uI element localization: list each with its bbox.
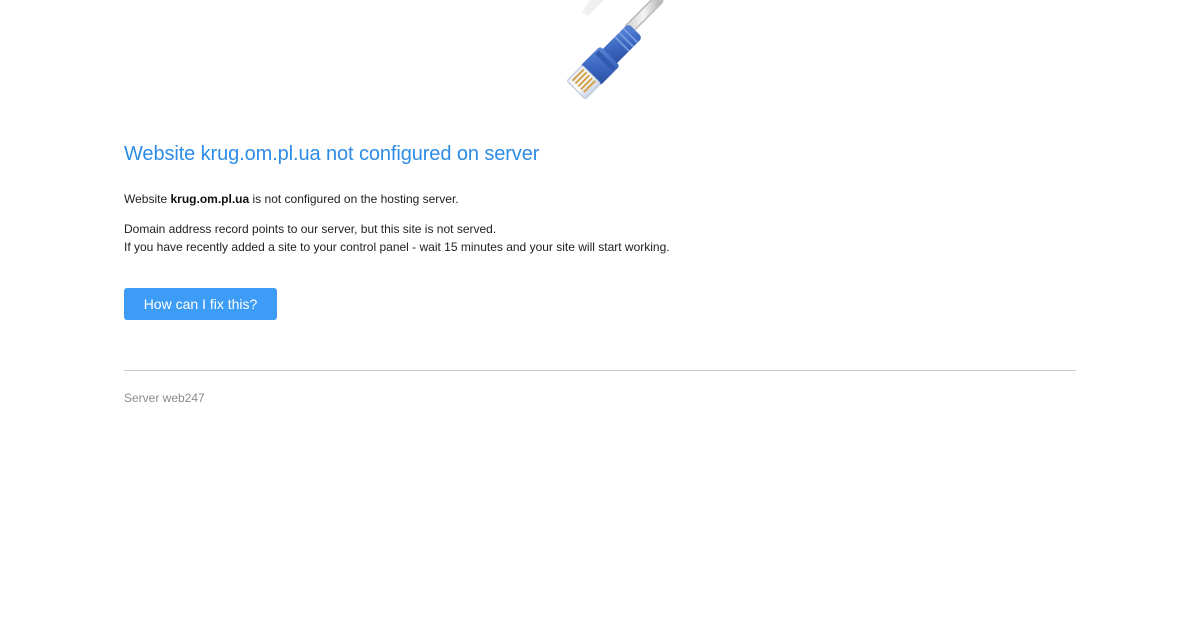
title-prefix: Website: [124, 143, 196, 165]
page-title: Website krug.om.pl.ua not configured on …: [124, 143, 539, 166]
message-prefix: Website: [124, 192, 168, 206]
message-suffix: is not configured on the hosting server.: [252, 192, 459, 206]
how-to-fix-button[interactable]: How can I fix this?: [124, 288, 277, 320]
divider: [124, 370, 1076, 371]
title-domain: krug.om.pl.ua: [200, 143, 321, 165]
error-page: Website krug.om.pl.ua not configured on …: [0, 0, 1200, 630]
title-suffix: not configured on server: [326, 143, 540, 165]
message-line-3: If you have recently added a site to you…: [124, 240, 670, 254]
message-line-2: Domain address record points to our serv…: [124, 222, 497, 236]
message-domain: krug.om.pl.ua: [170, 192, 250, 206]
network-cable-icon: [567, 0, 664, 99]
server-label: Server web247: [124, 391, 205, 405]
message-line-1: Website krug.om.pl.ua is not configured …: [124, 190, 459, 208]
